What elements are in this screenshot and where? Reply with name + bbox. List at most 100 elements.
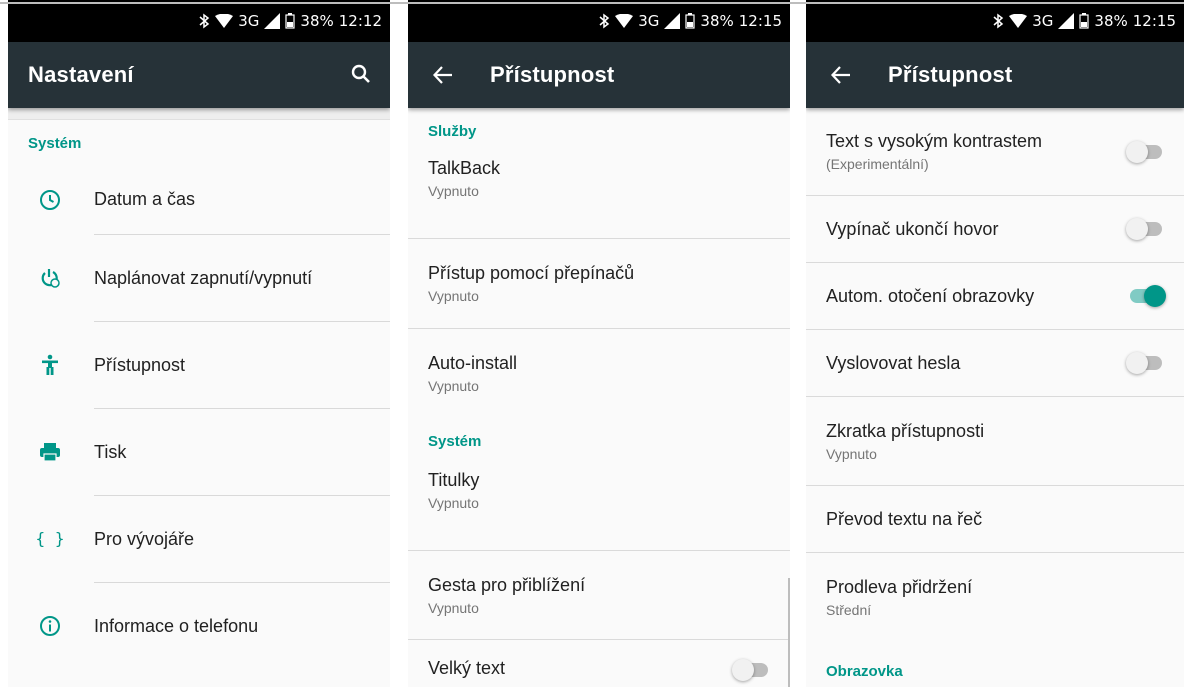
back-arrow-icon[interactable] <box>826 60 856 90</box>
search-icon[interactable] <box>346 60 376 90</box>
settings-item-scheduled-power[interactable]: Naplánovat zapnutí/vypnutí <box>8 235 390 321</box>
item-subtitle: Vypnuto <box>428 495 479 511</box>
scheduled-power-icon <box>8 266 92 290</box>
signal-icon <box>664 13 681 29</box>
accessibility-screen-scrolled: 3G 38% 12:15 Přístupnost Text s vysokým … <box>806 0 1184 687</box>
list-item-text-to-speech[interactable]: Převod textu na řeč <box>806 486 1184 552</box>
section-header-system: Systém <box>428 432 482 450</box>
list-item-captions[interactable]: Titulky Vypnuto <box>408 464 790 550</box>
list-item-accessibility-shortcut[interactable]: Zkratka přístupnosti Vypnuto <box>806 397 1184 485</box>
list-item-switch-access[interactable]: Přístup pomocí přepínačů Vypnuto <box>408 239 790 328</box>
accessibility-list: Služby TalkBack Vypnuto Přístup pomocí p… <box>408 108 790 687</box>
settings-item-print[interactable]: Tisk <box>8 409 390 495</box>
item-title: Gesta pro přiblížení <box>428 574 586 595</box>
accessibility-list: Text s vysokým kontrastem (Experimentáln… <box>806 108 1184 687</box>
list-item-touch-hold-delay[interactable]: Prodleva přidržení Střední <box>806 553 1184 641</box>
high-contrast-switch[interactable] <box>1126 140 1164 164</box>
battery-icon <box>285 13 296 29</box>
clock-icon <box>8 188 92 212</box>
signal-icon <box>264 13 281 29</box>
list-item-talkback[interactable]: TalkBack Vypnuto <box>408 154 790 238</box>
back-arrow-icon[interactable] <box>428 60 458 90</box>
settings-item-label: Informace o telefonu <box>94 615 259 636</box>
item-title: TalkBack <box>428 158 501 178</box>
list-item-large-text[interactable]: Velký text <box>408 640 790 687</box>
network-type: 3G <box>638 12 660 30</box>
list-item-auto-install[interactable]: Auto-install Vypnuto <box>408 329 790 418</box>
wifi-icon <box>615 14 634 28</box>
battery-icon <box>1079 13 1090 29</box>
page-title: Přístupnost <box>888 62 1013 87</box>
bluetooth-icon <box>198 13 210 29</box>
item-subtitle: Vypnuto <box>428 183 479 199</box>
item-title: Převod textu na řeč <box>826 508 983 529</box>
divider <box>8 108 390 120</box>
item-title: Titulky <box>428 470 480 490</box>
settings-item-label: Pro vývojáře <box>94 528 195 549</box>
item-subtitle: Vypnuto <box>826 445 877 462</box>
section-header-system: Systém <box>28 134 82 152</box>
settings-item-about-phone[interactable]: Informace o telefonu <box>8 583 390 669</box>
app-bar: Přístupnost <box>408 42 790 108</box>
settings-item-date-time[interactable]: Datum a čas <box>8 165 390 234</box>
accessibility-screen-top: 3G 38% 12:15 Přístupnost Služby TalkBack… <box>408 0 790 687</box>
list-item-auto-rotate[interactable]: Autom. otočení obrazovky <box>806 263 1184 329</box>
svg-text:{ }: { } <box>37 529 63 548</box>
network-type: 3G <box>1032 12 1054 30</box>
settings-item-label: Tisk <box>94 441 127 462</box>
settings-item-label: Naplánovat zapnutí/vypnutí <box>94 267 313 288</box>
large-text-switch[interactable] <box>732 658 770 682</box>
scrollbar[interactable] <box>788 578 790 687</box>
switch-thumb <box>1126 352 1148 374</box>
settings-screen: 3G 38% 12:12 Nastavení Systém Datum a ča… <box>8 0 390 687</box>
signal-icon <box>1058 13 1075 29</box>
list-item-power-ends-call[interactable]: Vypínač ukončí hovor <box>806 196 1184 262</box>
status-bar: 3G 38% 12:12 <box>8 0 390 42</box>
auto-rotate-switch[interactable] <box>1128 284 1166 308</box>
list-item-high-contrast-text[interactable]: Text s vysokým kontrastem (Experimentáln… <box>806 108 1184 195</box>
speak-passwords-switch[interactable] <box>1126 351 1164 375</box>
switch-thumb <box>1126 140 1148 163</box>
network-type: 3G <box>238 12 260 30</box>
developer-braces-icon: { } <box>8 527 92 551</box>
app-bar: Přístupnost <box>806 42 1184 108</box>
wifi-icon <box>1009 14 1028 28</box>
switch-thumb <box>1126 218 1148 240</box>
settings-item-label: Datum a čas <box>94 189 196 209</box>
clock-time: 12:12 <box>338 12 382 30</box>
list-item-magnification-gestures[interactable]: Gesta pro přiblížení Vypnuto <box>408 551 790 639</box>
app-bar: Nastavení <box>8 42 390 108</box>
section-header-display: Obrazovka <box>826 662 903 680</box>
bluetooth-icon <box>598 13 610 29</box>
item-title: Zkratka přístupnosti <box>826 420 985 441</box>
item-subtitle: Střední <box>826 601 872 618</box>
item-title: Auto-install <box>428 353 518 373</box>
clock-time: 12:15 <box>738 12 782 30</box>
item-subtitle: Vypnuto <box>428 288 479 304</box>
item-title: Přístup pomocí přepínačů <box>428 263 635 283</box>
bluetooth-icon <box>992 13 1004 29</box>
battery-icon <box>685 13 696 29</box>
settings-list: Systém Datum a čas Naplánovat zapnutí/vy… <box>8 108 390 669</box>
info-icon <box>8 614 92 638</box>
clock-time: 12:15 <box>1132 12 1176 30</box>
settings-item-accessibility[interactable]: Přístupnost <box>8 322 390 408</box>
status-bar: 3G 38% 12:15 <box>806 0 1184 42</box>
item-title: Prodleva přidržení <box>826 576 973 597</box>
item-subtitle: Vypnuto <box>428 378 479 394</box>
switch-thumb <box>1144 285 1166 307</box>
battery-percent: 38% <box>700 12 734 30</box>
page-title: Nastavení <box>28 62 134 87</box>
accessibility-icon <box>8 353 92 377</box>
section-header-services: Služby <box>428 122 477 140</box>
wifi-icon <box>215 14 234 28</box>
battery-percent: 38% <box>1094 12 1128 30</box>
power-ends-call-switch[interactable] <box>1126 217 1164 241</box>
settings-item-label: Přístupnost <box>94 354 186 375</box>
status-bar: 3G 38% 12:15 <box>408 0 790 42</box>
battery-percent: 38% <box>300 12 334 30</box>
list-item-speak-passwords[interactable]: Vyslovovat hesla <box>806 330 1184 396</box>
printer-icon <box>8 440 92 464</box>
page-title: Přístupnost <box>490 62 615 87</box>
settings-item-developer[interactable]: { } Pro vývojáře <box>8 496 390 582</box>
